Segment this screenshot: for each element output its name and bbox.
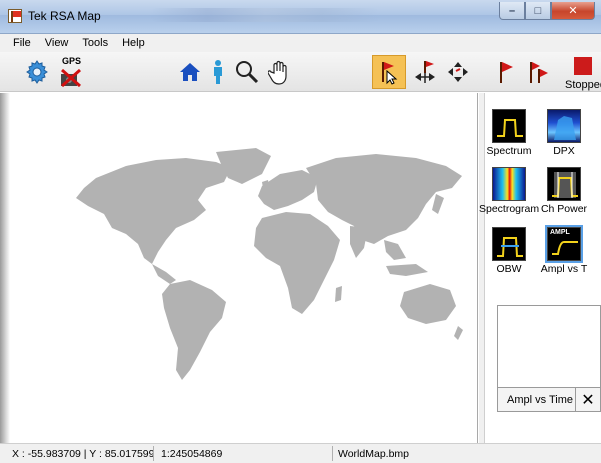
gps-icon: GPS [56, 56, 86, 88]
menu-bar: File View Tools Help [0, 34, 601, 52]
japan [432, 194, 444, 214]
ch-power-icon [547, 167, 581, 201]
pan-button[interactable] [263, 55, 297, 89]
stop-button[interactable]: Stopped [565, 54, 601, 91]
pan-hand-icon [268, 60, 287, 85]
status-divider [332, 446, 333, 461]
central-america [152, 264, 176, 284]
stop-icon [574, 57, 592, 75]
madagascar [335, 286, 342, 302]
window-title: Tek RSA Map [28, 9, 101, 23]
status-file: WorldMap.bmp [338, 448, 409, 460]
gps-button[interactable]: GPS [54, 55, 88, 89]
select-flag-button[interactable] [372, 55, 406, 89]
status-divider [153, 446, 154, 461]
tile-label: Ch Power [540, 203, 588, 215]
status-coordinates: X : -55.983709 | Y : 85.017599 [12, 448, 155, 460]
move-arrows-button[interactable] [441, 55, 475, 89]
multi-flag-icon [530, 62, 548, 83]
stop-label: Stopped [565, 79, 601, 91]
tile-ampl-vs-time[interactable]: AMPL Ampl vs T [534, 225, 594, 275]
new-zealand [454, 326, 463, 340]
gear-icon [26, 60, 48, 84]
flag-icon [500, 62, 513, 83]
zoom-icon [236, 61, 259, 84]
settings-button[interactable] [20, 55, 54, 89]
status-scale: 1:245054869 [161, 448, 223, 460]
gps-label: GPS [62, 56, 82, 66]
app-flag-icon [8, 9, 22, 23]
menu-view[interactable]: View [38, 34, 76, 52]
south-america [162, 280, 226, 380]
southeast-asia [384, 240, 406, 260]
map-left-edge [0, 93, 10, 443]
tile-label: Ampl vs T [540, 263, 588, 275]
menu-file[interactable]: File [0, 34, 38, 52]
indonesia [386, 264, 428, 276]
select-flag-icon [382, 62, 398, 85]
dpx-icon [547, 109, 581, 143]
flag-button[interactable] [489, 55, 523, 89]
menu-help[interactable]: Help [115, 34, 152, 52]
tile-dpx[interactable]: DPX [534, 109, 594, 157]
flag-arrows-icon [415, 61, 435, 83]
status-bar: X : -55.983709 | Y : 85.017599 1:2450548… [0, 443, 601, 463]
preview-label[interactable]: Ampl vs Time [498, 388, 576, 411]
zoom-button[interactable] [230, 55, 264, 89]
person-icon [214, 60, 222, 84]
africa [254, 212, 340, 314]
measurement-panel: Spectrum DPX Spectrogram Ch Power OBW AM… [479, 93, 601, 443]
taskbar-blur [150, 8, 380, 22]
minimize-button[interactable]: – [499, 2, 525, 20]
ampl-icon: AMPL [545, 225, 583, 263]
toolbar: GPS Stoppe [0, 52, 601, 92]
home-icon [180, 63, 200, 81]
multi-flag-button[interactable] [522, 55, 556, 89]
spectrogram-icon [492, 167, 526, 201]
preview-footer: Ampl vs Time ✕ [498, 387, 600, 411]
tile-spectrum[interactable]: Spectrum [479, 109, 539, 157]
flag-arrows-button[interactable] [408, 55, 442, 89]
close-icon: ✕ [581, 391, 595, 409]
ampl-badge: AMPL [550, 229, 570, 236]
menu-tools[interactable]: Tools [75, 34, 115, 52]
title-bar: Tek RSA Map – □ ✕ [0, 0, 601, 34]
world-map[interactable] [66, 148, 466, 388]
tile-spectrogram[interactable]: Spectrogram [479, 167, 539, 215]
window-controls: – □ ✕ [499, 2, 595, 20]
move-arrows-icon [448, 62, 468, 82]
spectrum-icon [492, 109, 526, 143]
obw-icon [492, 227, 526, 261]
close-button[interactable]: ✕ [551, 2, 595, 20]
tile-label: Spectrum [486, 145, 532, 157]
india [350, 226, 368, 258]
tile-obw[interactable]: OBW [479, 227, 539, 275]
maximize-button[interactable]: □ [525, 2, 551, 20]
measurement-preview: Ampl vs Time ✕ [497, 305, 601, 412]
tile-ch-power[interactable]: Ch Power [534, 167, 594, 215]
tile-label: OBW [496, 263, 522, 275]
measurement-list: Spectrum DPX Spectrogram Ch Power OBW AM… [479, 93, 601, 443]
tile-label: Spectrogram [479, 203, 540, 215]
preview-close-button[interactable]: ✕ [576, 388, 600, 411]
tile-label: DPX [553, 145, 575, 157]
australia [400, 284, 456, 324]
north-america [76, 158, 231, 264]
